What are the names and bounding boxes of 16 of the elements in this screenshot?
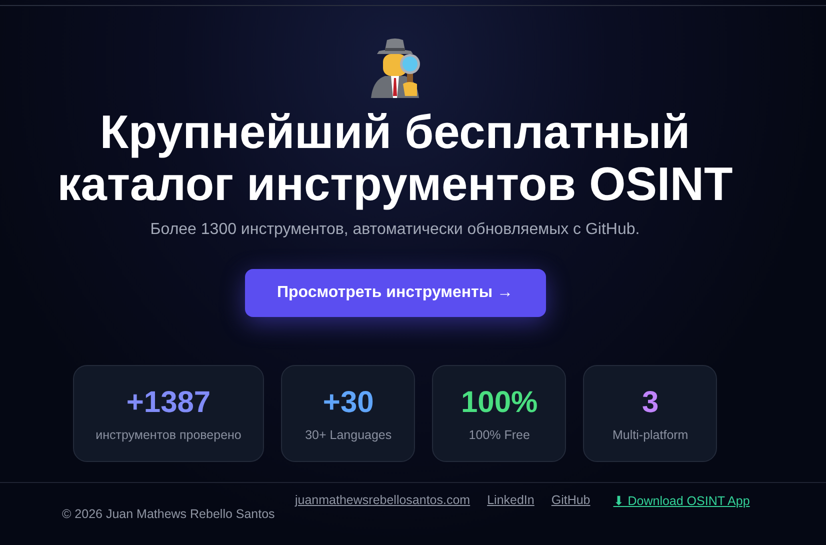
copyright-text: © 2026 Juan Mathews Rebello Santos <box>62 507 275 521</box>
stat-label: 30+ Languages <box>305 428 392 442</box>
download-link[interactable]: ⬇ Download OSINT App <box>613 493 750 508</box>
stat-value: +1387 <box>126 386 211 420</box>
stat-label: Multi-platform <box>612 428 688 442</box>
hero-title: Крупнейший бесплатный каталог инструментов OSINT <box>57 106 733 210</box>
footer-link[interactable]: GitHub <box>551 493 590 508</box>
stat-label: 100% Free <box>468 428 530 442</box>
footer-link[interactable]: juanmathewsrebellosantos.com <box>295 493 470 508</box>
footer-link[interactable]: LinkedIn <box>487 493 534 508</box>
hero-subtitle: Более 1300 инструментов, автоматически обновляемых с GitHub. <box>150 221 640 239</box>
stat-value: +30 <box>322 386 374 420</box>
stat-label: инструментов проверено <box>96 428 242 442</box>
browse-tools-button[interactable]: Просмотреть инструменты → <box>244 269 546 317</box>
stat-value: 100% <box>461 386 538 420</box>
stat-value: 3 <box>642 386 659 420</box>
